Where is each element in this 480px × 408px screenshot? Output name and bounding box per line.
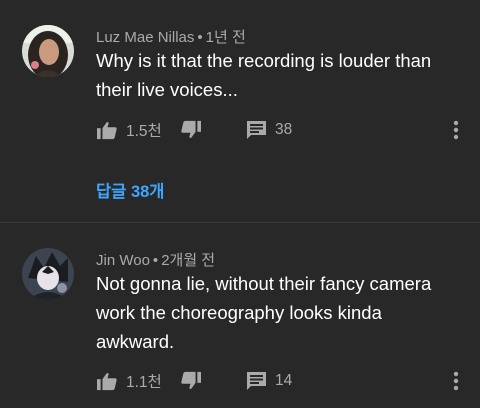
dislike-button[interactable] [180, 115, 202, 145]
comment-text: Why is it that the recording is louder t… [96, 50, 432, 100]
author-name[interactable]: Jin Woo [96, 252, 150, 269]
comment-item: Jin Woo • 2개월 전 Not gonna lie, without the… [0, 223, 480, 408]
comment-time[interactable]: 1년 전 [206, 29, 246, 46]
comment-icon [247, 372, 266, 390]
reply-button[interactable]: 38 [246, 115, 292, 145]
thumbs-up-icon [97, 372, 117, 391]
author-avatar[interactable] [22, 248, 74, 300]
thumbs-down-icon [181, 371, 201, 390]
like-count: 1.1천 [126, 374, 162, 391]
thumbs-down-icon [181, 120, 201, 139]
comment-actions: 1.1천 14 [0, 366, 480, 396]
more-options-button[interactable] [450, 115, 462, 145]
comment-time[interactable]: 2개월 전 [161, 252, 215, 269]
more-vert-icon [453, 120, 459, 140]
more-vert-icon [453, 371, 459, 391]
comment-meta: Jin Woo • 2개월 전 [96, 249, 215, 270]
thumbs-up-icon [97, 121, 117, 140]
dislike-button[interactable] [180, 366, 202, 396]
like-button[interactable]: 1.5천 [96, 115, 162, 145]
reply-count: 14 [275, 372, 293, 389]
reply-count: 38 [275, 121, 293, 138]
view-replies-link[interactable]: 답글 38개 [96, 178, 164, 202]
author-name[interactable]: Luz Mae Nillas [96, 29, 194, 46]
meta-separator: • [152, 252, 159, 269]
more-options-button[interactable] [450, 366, 462, 396]
like-count: 1.5천 [126, 123, 162, 140]
reply-button[interactable]: 14 [246, 366, 292, 396]
profile-photo-icon [22, 25, 74, 77]
comment-item: Luz Mae Nillas • 1년 전 Why is it that the r… [0, 0, 480, 220]
comment-text: Not gonna lie, without their fancy camer… [96, 273, 432, 352]
comment-actions: 1.5천 38 [0, 115, 480, 145]
meta-separator: • [197, 29, 203, 46]
like-button[interactable]: 1.1천 [96, 366, 162, 396]
comment-meta: Luz Mae Nillas • 1년 전 [96, 26, 246, 47]
comment-icon [247, 121, 266, 139]
author-avatar[interactable] [22, 25, 74, 77]
profile-photo-icon [22, 248, 74, 300]
